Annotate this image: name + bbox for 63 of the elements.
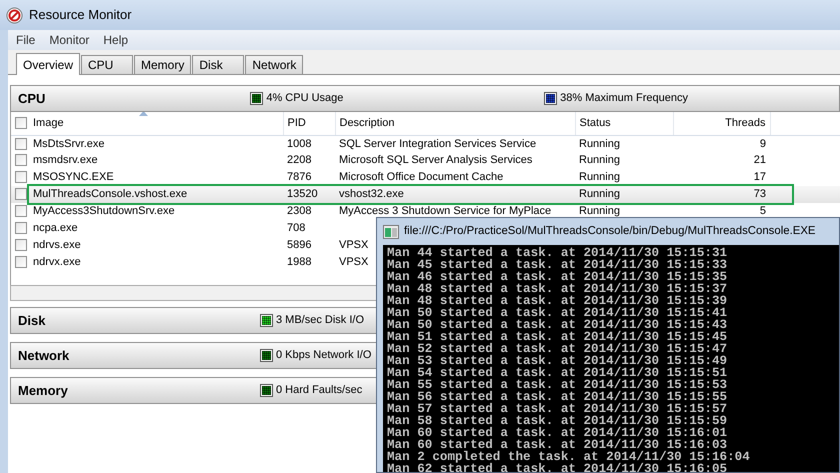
table-cell: 2308	[287, 205, 312, 218]
stat-label: 3 MB/sec Disk I/O	[276, 313, 364, 328]
window-title: Resource Monitor	[29, 6, 132, 24]
table-cell: 17	[754, 171, 766, 184]
stat-label: 0 Kbps Network I/O	[276, 348, 372, 364]
table-cell: MsDtsSrvr.exe	[33, 138, 105, 150]
console-line: Man 2 completed the task. at 2014/11/30 15:16:04	[387, 451, 751, 463]
table-cell: VPSX	[339, 239, 368, 252]
table-cell: VPSX	[339, 256, 368, 268]
table-cell: 1008	[287, 138, 312, 150]
panel-title: Memory	[18, 382, 69, 400]
stat-label: 0 Hard Faults/sec	[276, 383, 362, 398]
table-cell: ncpa.exe	[33, 222, 78, 234]
console-line: Man 56 started a task. at 2014/11/30 15:15:55	[387, 391, 728, 403]
console-line: Man 44 started a task. at 2014/11/30 15:15:31	[387, 247, 728, 259]
console-line: Man 48 started a task. at 2014/11/30 15:15:39	[387, 295, 728, 307]
table-cell: 5	[760, 205, 766, 218]
console-line: Man 60 started a task. at 2014/11/30 15:16:01	[387, 427, 728, 439]
console-title: file:///C:/Pro/PracticeSol/MulThreadsConsole/bin/Debug/MulThreadsConsole.EXE	[404, 224, 816, 239]
panel-title: Network	[18, 346, 70, 365]
console-line: Man 60 started a task. at 2014/11/30 15:16:03	[387, 439, 728, 451]
table-cell: 708	[287, 222, 306, 234]
table-cell: Microsoft Office Document Cache	[339, 171, 504, 184]
table-cell: vshost32.exe	[339, 188, 404, 200]
console-line: Man 62 started a task. at 2014/11/30 15:16:05	[387, 463, 728, 472]
table-cell: MyAccess 3 Shutdown Service for MyPlace	[339, 205, 552, 218]
console-line: Man 58 started a task. at 2014/11/30 15:15:59	[387, 415, 728, 427]
table-cell: 2208	[287, 154, 312, 166]
table-cell: ndrvx.exe	[33, 256, 81, 268]
table-cell: MulThreadsConsole.vshost.exe	[33, 188, 188, 200]
table-cell: Running	[579, 188, 620, 200]
console-line: Man 45 started a task. at 2014/11/30 15:15:33	[387, 259, 728, 271]
table-cell: ndrvs.exe	[33, 239, 81, 252]
table-cell: 5896	[287, 239, 312, 252]
table-cell: Microsoft SQL Server Analysis Services	[339, 154, 532, 166]
console-line: Man 46 started a task. at 2014/11/30 15:15:35	[387, 271, 728, 283]
table-cell: MyAccess3ShutdownSrv.exe	[33, 205, 175, 218]
table-cell: 1988	[287, 256, 312, 268]
table-cell: 9	[760, 138, 766, 150]
panel-title: Disk	[18, 312, 46, 330]
table-cell: 73	[754, 188, 766, 200]
table-cell: 13520	[287, 188, 318, 200]
console-line: Man 50 started a task. at 2014/11/30 15:15:41	[387, 307, 728, 319]
table-cell: 21	[754, 154, 766, 166]
console-line: Man 55 started a task. at 2014/11/30 15:15:53	[387, 379, 728, 391]
stat-label: 38% Maximum Frequency	[560, 91, 688, 106]
console-line: Man 57 started a task. at 2014/11/30 15:15:57	[387, 403, 728, 415]
table-cell: SQL Server Integration Services Service	[339, 138, 536, 150]
table-cell: Running	[579, 138, 620, 150]
table-cell: MSOSYNC.EXE	[33, 171, 114, 184]
stat-label: 4% CPU Usage	[266, 91, 344, 106]
console-line: Man 52 started a task. at 2014/11/30 15:15:47	[387, 343, 728, 355]
panel-title: CPU	[18, 90, 46, 108]
table-cell: 7876	[287, 171, 312, 184]
console-line: Man 48 started a task. at 2014/11/30 15:15:37	[387, 283, 728, 295]
table-cell: msmdsrv.exe	[33, 154, 98, 166]
console-line: Man 54 started a task. at 2014/11/30 15:15:51	[387, 367, 728, 379]
console-line: Man 51 started a task. at 2014/11/30 15:15:45	[387, 331, 728, 343]
table-cell: Running	[579, 154, 620, 166]
table-cell: Running	[579, 205, 620, 218]
console-line: Man 50 started a task. at 2014/11/30 15:15:43	[387, 319, 728, 331]
console-line: Man 53 started a task. at 2014/11/30 15:15:49	[387, 355, 728, 367]
table-cell: Running	[579, 171, 620, 184]
